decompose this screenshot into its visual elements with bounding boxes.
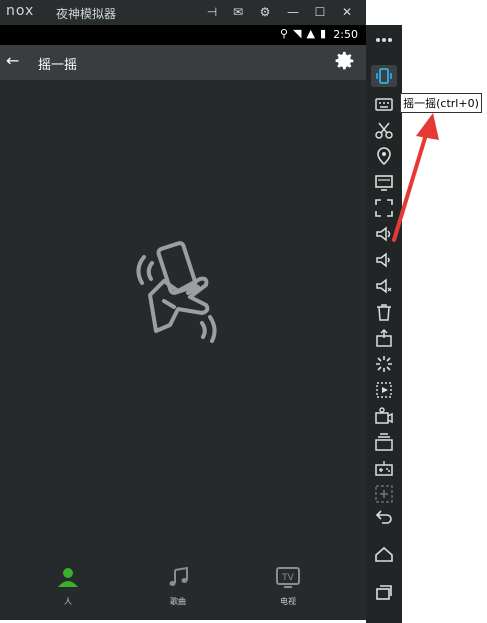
- shake-hand-phone-illustration[interactable]: [130, 235, 230, 355]
- maximize-button[interactable]: ☐: [311, 3, 329, 21]
- annotation-arrow-icon: [392, 113, 439, 242]
- app-header: ← 摇一摇: [0, 45, 366, 80]
- home-icon[interactable]: [371, 543, 397, 565]
- pin-icon[interactable]: ⊣: [203, 3, 221, 21]
- trash-icon[interactable]: [371, 301, 397, 323]
- recent-apps-icon[interactable]: [371, 581, 397, 603]
- minimize-button[interactable]: —: [284, 3, 302, 21]
- apk-icon[interactable]: [371, 327, 397, 349]
- status-time: 2:50: [333, 28, 358, 41]
- camera-icon[interactable]: [371, 405, 397, 427]
- shake-screen: 人 歌曲 TV 电视: [0, 80, 366, 620]
- multi-window-icon[interactable]: [371, 431, 397, 453]
- app-logo: nox: [6, 3, 35, 19]
- tab-music[interactable]: 歌曲: [148, 565, 208, 607]
- more-icon[interactable]: [371, 29, 397, 51]
- macro-icon[interactable]: [371, 379, 397, 401]
- window-title: 夜神模拟器: [56, 7, 117, 21]
- signal-icon: ▲: [306, 27, 315, 40]
- tab-tv[interactable]: TV 电视: [258, 565, 318, 607]
- add-icon[interactable]: [371, 483, 397, 505]
- android-status-bar: ⚲ ◥ ▲ ▮ 2:50: [0, 25, 366, 45]
- music-icon: [169, 566, 188, 586]
- battery-icon: ▮: [319, 27, 326, 40]
- page-title: 摇一摇: [38, 58, 78, 73]
- gear-icon[interactable]: [334, 50, 356, 72]
- mute-icon[interactable]: [371, 275, 397, 297]
- back-icon[interactable]: [371, 505, 397, 527]
- location-status-icon: ⚲: [279, 27, 288, 40]
- shake-icon[interactable]: [371, 65, 397, 87]
- settings-icon[interactable]: ⚙: [256, 3, 274, 21]
- close-button[interactable]: ✕: [338, 3, 356, 21]
- volume-down-icon[interactable]: [371, 249, 397, 271]
- back-arrow-icon[interactable]: ←: [6, 51, 19, 70]
- tab-label: 电视: [280, 597, 296, 606]
- mail-icon[interactable]: ✉: [229, 3, 247, 21]
- tv-icon: TV: [276, 567, 300, 588]
- emulator-title-bar: nox 夜神模拟器 ⊣ ✉ ⚙ — ☐ ✕: [0, 0, 366, 25]
- tab-person[interactable]: 人: [38, 565, 98, 607]
- wifi-icon: ◥: [293, 27, 302, 40]
- person-icon: [58, 568, 78, 587]
- svg-text:TV: TV: [281, 573, 294, 583]
- loading-icon[interactable]: [371, 353, 397, 375]
- tab-label: 歌曲: [170, 597, 186, 606]
- tab-label: 人: [64, 597, 72, 606]
- gamepad-icon[interactable]: [371, 457, 397, 479]
